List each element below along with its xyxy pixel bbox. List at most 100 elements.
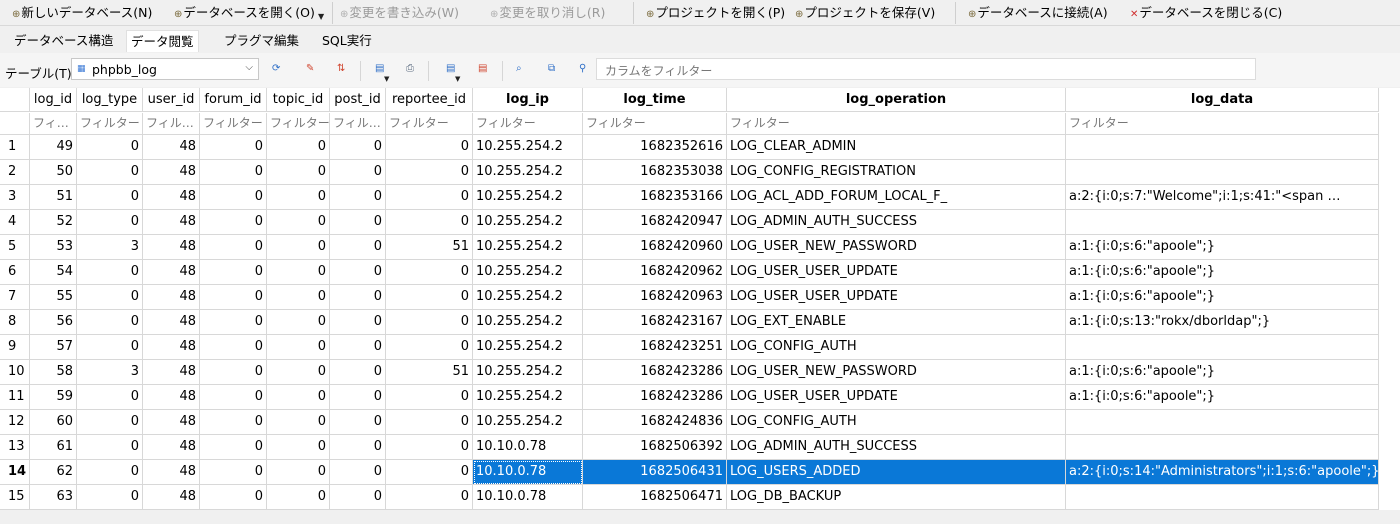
table-cell[interactable]: 58	[30, 360, 77, 385]
table-cell[interactable]: 0	[77, 385, 143, 410]
clear-filters-icon[interactable]: ✎	[306, 64, 314, 74]
table-cell[interactable]: 0	[77, 285, 143, 310]
column-filter-log-ip[interactable]: フィルター	[473, 113, 583, 135]
column-header-log-time[interactable]: log_time	[583, 88, 727, 112]
table-cell[interactable]: 0	[267, 410, 330, 435]
filter-icon[interactable]: ⚲	[579, 64, 586, 74]
table-cell[interactable]: 56	[30, 310, 77, 335]
table-cell[interactable]: a:2:{i:0;s:14:"Administrators";i:1;s:6:"…	[1066, 460, 1379, 485]
table-cell[interactable]: 3	[77, 360, 143, 385]
table-cell[interactable]: 10.255.254.2	[473, 235, 583, 260]
table-cell[interactable]: 0	[330, 160, 386, 185]
open-project-button[interactable]: ⊕プロジェクトを開く(P)	[646, 3, 785, 23]
table-cell[interactable]: 48	[143, 310, 200, 335]
table-cell[interactable]: 10.10.0.78	[473, 435, 583, 460]
table-cell[interactable]: 0	[77, 460, 143, 485]
table-cell[interactable]: 0	[386, 410, 473, 435]
table-cell[interactable]: 0	[200, 160, 267, 185]
insert-record-icon[interactable]: ▤	[446, 64, 455, 74]
table-cell[interactable]: 0	[330, 210, 386, 235]
table-cell[interactable]: 0	[386, 385, 473, 410]
row-number[interactable]: 3	[0, 185, 30, 210]
column-filter-log-operation[interactable]: フィルター	[727, 113, 1066, 135]
table-cell[interactable]: LOG_CONFIG_REGISTRATION	[727, 160, 1066, 185]
row-number[interactable]: 6	[0, 260, 30, 285]
table-cell[interactable]: 48	[143, 435, 200, 460]
table-cell[interactable]	[1066, 335, 1379, 360]
table-cell[interactable]: 0	[77, 160, 143, 185]
table-cell[interactable]: 48	[143, 210, 200, 235]
table-cell[interactable]: 0	[330, 410, 386, 435]
tab-database-structure[interactable]: データベース構造	[10, 30, 117, 52]
table-cell[interactable]: LOG_USER_NEW_PASSWORD	[727, 360, 1066, 385]
table-cell[interactable]: 0	[267, 385, 330, 410]
table-cell[interactable]: 1682420963	[583, 285, 727, 310]
table-cell[interactable]: 0	[386, 485, 473, 510]
attach-database-button[interactable]: ⊕データベースに接続(A)	[968, 3, 1108, 23]
table-cell[interactable]: 0	[77, 435, 143, 460]
column-header-topic-id[interactable]: topic_id	[267, 88, 330, 112]
grid-corner[interactable]	[0, 88, 30, 112]
table-cell[interactable]: 10.255.254.2	[473, 260, 583, 285]
column-header-log-operation[interactable]: log_operation	[727, 88, 1066, 112]
table-cell[interactable]: 48	[143, 460, 200, 485]
table-cell[interactable]: 1682353166	[583, 185, 727, 210]
row-number[interactable]: 5	[0, 235, 30, 260]
row-number[interactable]: 11	[0, 385, 30, 410]
table-cell[interactable]: LOG_ADMIN_AUTH_SUCCESS	[727, 435, 1066, 460]
table-cell[interactable]: 10.10.0.78	[473, 485, 583, 510]
table-cell[interactable]: 0	[330, 235, 386, 260]
table-cell[interactable]: 63	[30, 485, 77, 510]
row-number[interactable]: 13	[0, 435, 30, 460]
table-cell[interactable]: 0	[77, 485, 143, 510]
table-cell[interactable]: 48	[143, 160, 200, 185]
column-filter-log-time[interactable]: フィルター	[583, 113, 727, 135]
table-cell[interactable]: 1682423251	[583, 335, 727, 360]
table-cell[interactable]	[1066, 485, 1379, 510]
column-filter-user-id[interactable]: フィル…	[143, 113, 200, 135]
write-changes-button[interactable]: ⊕変更を書き込み(W)	[340, 3, 459, 23]
table-cell[interactable]: LOG_USER_USER_UPDATE	[727, 385, 1066, 410]
table-cell[interactable]: 62	[30, 460, 77, 485]
table-cell[interactable]	[1066, 410, 1379, 435]
table-cell[interactable]: 10.255.254.2	[473, 185, 583, 210]
table-cell[interactable]: LOG_CONFIG_AUTH	[727, 410, 1066, 435]
table-cell[interactable]: 48	[143, 485, 200, 510]
table-cell[interactable]: 0	[200, 185, 267, 210]
table-cell[interactable]: 0	[200, 210, 267, 235]
table-cell[interactable]: 0	[267, 285, 330, 310]
column-filter-log-type[interactable]: フィルター	[77, 113, 143, 135]
clear-sorting-icon[interactable]: ⇅	[337, 64, 345, 74]
table-cell[interactable]: 0	[330, 335, 386, 360]
table-cell[interactable]: LOG_EXT_ENABLE	[727, 310, 1066, 335]
table-cell[interactable]: 0	[267, 360, 330, 385]
table-cell[interactable]: 0	[77, 260, 143, 285]
table-cell[interactable]: 52	[30, 210, 77, 235]
table-cell[interactable]: 0	[200, 360, 267, 385]
table-cell[interactable]: 48	[143, 185, 200, 210]
table-cell[interactable]: 1682424836	[583, 410, 727, 435]
table-cell[interactable]: 0	[77, 210, 143, 235]
table-cell[interactable]: 1682506431	[583, 460, 727, 485]
row-number[interactable]: 14	[0, 460, 30, 485]
table-cell[interactable]: 0	[200, 335, 267, 360]
table-cell[interactable]: a:1:{i:0;s:6:"apoole";}	[1066, 385, 1379, 410]
replace-icon[interactable]: ⧉	[548, 64, 555, 74]
table-cell[interactable]: 1682423286	[583, 385, 727, 410]
table-cell[interactable]: 0	[330, 310, 386, 335]
open-database-button[interactable]: ⊕データベースを開く(O)	[174, 3, 315, 23]
table-cell[interactable]: 0	[267, 435, 330, 460]
table-cell[interactable]: 51	[386, 235, 473, 260]
table-cell[interactable]: 0	[267, 310, 330, 335]
table-cell[interactable]: a:1:{i:0;s:6:"apoole";}	[1066, 285, 1379, 310]
table-cell[interactable]: 0	[386, 210, 473, 235]
column-filter-log-id[interactable]: フィ…	[30, 113, 77, 135]
table-cell[interactable]: 48	[143, 410, 200, 435]
table-cell[interactable]: LOG_USER_USER_UPDATE	[727, 260, 1066, 285]
table-cell[interactable]: a:1:{i:0;s:13:"rokx/dborldap";}	[1066, 310, 1379, 335]
save-project-button[interactable]: ⊕プロジェクトを保存(V)	[795, 3, 935, 23]
table-cell[interactable]: 0	[200, 460, 267, 485]
table-cell[interactable]: 51	[386, 360, 473, 385]
find-icon[interactable]: ⌕	[516, 64, 522, 74]
table-cell[interactable]	[1066, 160, 1379, 185]
